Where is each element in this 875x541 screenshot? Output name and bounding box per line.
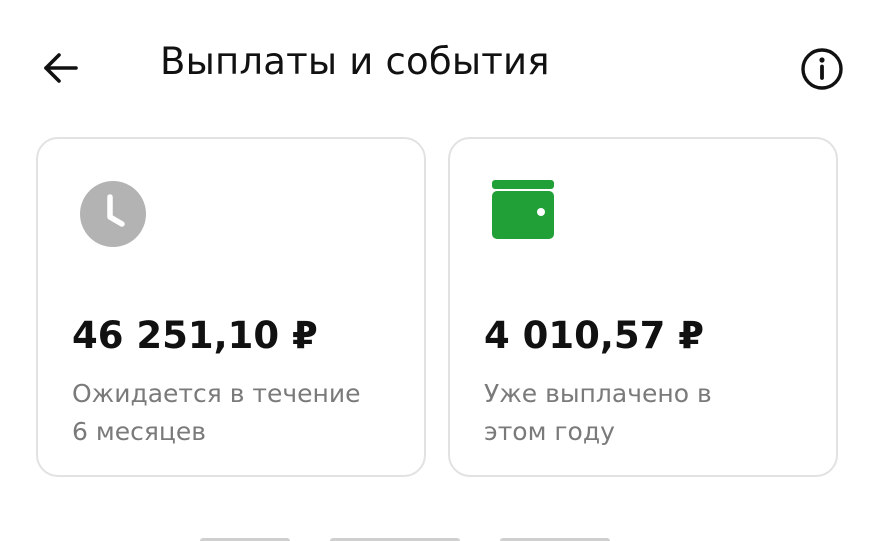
expected-description: Ожидается в течение 6 месяцев [72,375,402,451]
paid-amount: 4 010,57 ₽ [484,314,705,357]
info-icon [801,48,843,90]
expected-payments-card[interactable]: 46 251,10 ₽ Ожидается в течение 6 месяце… [36,137,426,477]
paid-description-line1: Уже выплачено в [484,379,712,408]
wallet-icon [490,179,556,245]
arrow-left-icon [44,53,78,83]
back-button[interactable] [38,46,82,90]
page-title: Выплаты и события [160,40,550,83]
clock-icon [78,179,148,253]
info-button[interactable] [798,45,846,93]
expected-description-line1: Ожидается в течение [72,379,361,408]
header: Выплаты и события [0,0,875,135]
paid-description-line2: этом году [484,417,615,446]
paid-this-year-card[interactable]: 4 010,57 ₽ Уже выплачено в этом году [448,137,838,477]
paid-description: Уже выплачено в этом году [484,375,814,451]
expected-description-line2: 6 месяцев [72,417,207,446]
cut-off-section-heading [200,532,720,541]
expected-amount: 46 251,10 ₽ [72,314,318,357]
